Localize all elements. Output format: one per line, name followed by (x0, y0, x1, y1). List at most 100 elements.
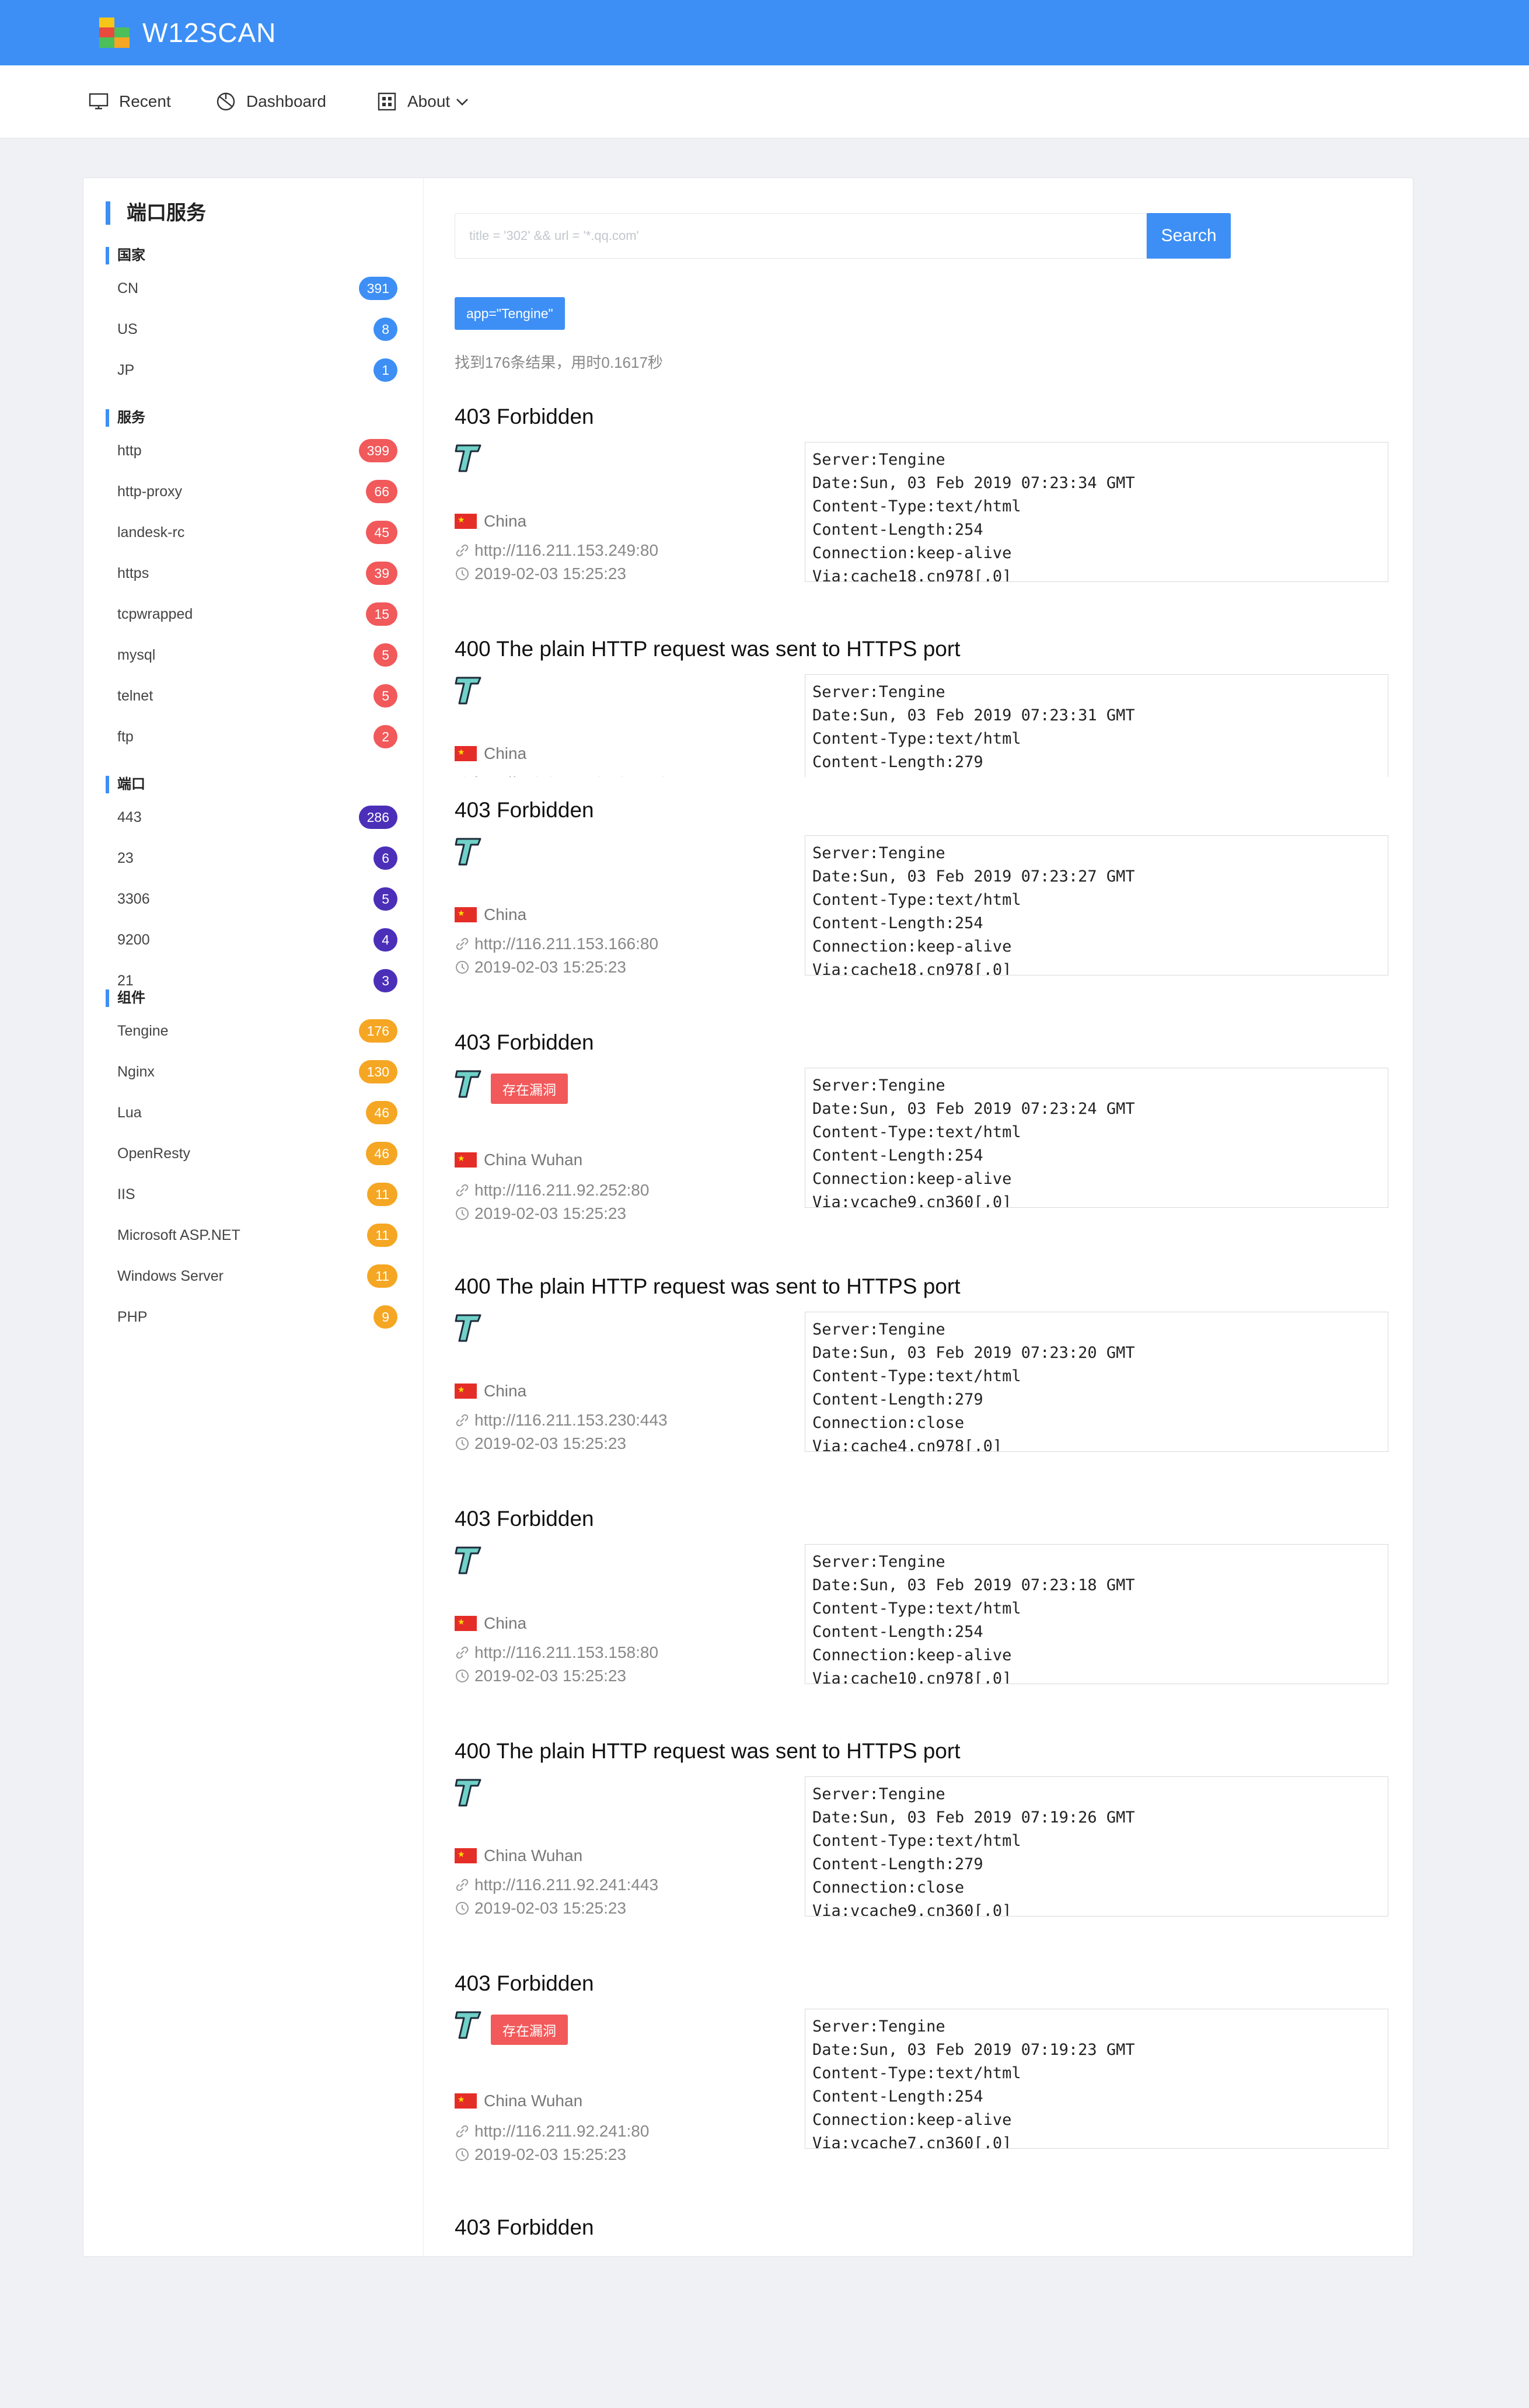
result-title[interactable]: 403 Forbidden (455, 1507, 594, 1531)
china-flag-icon: ★ (455, 907, 477, 922)
vuln-badge[interactable]: 存在漏洞 (491, 1074, 568, 1104)
tengine-logo-icon (455, 1546, 481, 1574)
count-badge: 5 (373, 684, 397, 708)
country-text: China Wuhan (484, 1846, 583, 1865)
result-url[interactable]: http://116.211.153.158:80 (455, 1643, 658, 1662)
component-logo (455, 674, 481, 709)
count-badge: 5 (373, 643, 397, 667)
sidebar-item[interactable]: Microsoft ASP.NET 11 (117, 1221, 397, 1250)
sidebar-item[interactable]: 443 286 (117, 803, 397, 832)
result-title[interactable]: 403 Forbidden (455, 2215, 594, 2240)
count-badge: 1 (373, 358, 397, 382)
logo-icon (99, 18, 130, 48)
nav-about[interactable]: About (377, 90, 470, 113)
result-url[interactable]: http://116.211.92.252:80 (455, 1181, 649, 1200)
sidebar-item[interactable]: JP 1 (117, 356, 397, 385)
result-title[interactable]: 403 Forbidden (455, 798, 594, 823)
result-item: 400 The plain HTTP request was sent to H… (455, 637, 1388, 777)
china-flag-icon: ★ (455, 1848, 477, 1863)
count-badge: 286 (358, 806, 397, 829)
count-badge: 4 (373, 928, 397, 952)
result-url[interactable]: http://116.211.153.166:80 (455, 935, 658, 953)
result-country: ★ China Wuhan (455, 1846, 582, 1865)
response-header-box[interactable]: Server:Tengine Date:Sun, 03 Feb 2019 07:… (805, 674, 1388, 777)
result-country: ★ China (455, 905, 526, 924)
result-url[interactable]: http://116.211.92.241:80 (455, 2122, 649, 2141)
nav-bar: Recent Dashboard About (0, 65, 1529, 138)
url-text: http://116.211.92.241:80 (474, 2122, 650, 2140)
count-badge: 9 (373, 1305, 397, 1329)
china-flag-icon: ★ (455, 746, 477, 761)
result-item: 403 Forbidden 存在漏洞 ★ China Wuhan http://116.… (455, 1971, 1388, 2164)
response-header-box[interactable]: Server:Tengine Date:Sun, 03 Feb 2019 07:… (805, 442, 1388, 582)
result-country: ★ China Wuhan (455, 2092, 582, 2110)
search-button[interactable]: Search (1147, 213, 1231, 259)
sidebar-item[interactable]: PHP 9 (117, 1302, 397, 1332)
sidebar-item[interactable]: mysql 5 (117, 640, 397, 670)
response-header-box[interactable]: Server:Tengine Date:Sun, 03 Feb 2019 07:… (805, 835, 1388, 975)
sidebar-item[interactable]: Nginx 130 (117, 1057, 397, 1086)
result-title[interactable]: 403 Forbidden (455, 1030, 594, 1055)
sidebar-item[interactable]: IIS 11 (117, 1180, 397, 1209)
sidebar-item[interactable]: 3306 5 (117, 884, 397, 914)
result-url[interactable]: http://116.211.153.185:443 (455, 773, 668, 777)
nav-recent[interactable]: Recent (89, 90, 171, 113)
top-bar: W12SCAN (0, 0, 1529, 65)
sidebar-item[interactable]: OpenResty 46 (117, 1139, 397, 1168)
result-url[interactable]: http://116.211.153.230:443 (455, 1411, 668, 1430)
country-text: China Wuhan (484, 1151, 583, 1169)
response-header-box[interactable]: Server:Tengine Date:Sun, 03 Feb 2019 07:… (805, 2009, 1388, 2149)
result-item: 403 Forbidden (455, 2215, 1388, 2408)
sidebar-item[interactable]: http-proxy 66 (117, 477, 397, 506)
sidebar-item[interactable]: US 8 (117, 315, 397, 344)
sidebar-item[interactable]: landesk-rc 45 (117, 518, 397, 547)
link-icon (456, 2125, 469, 2138)
time-text: 2019-02-03 15:25:23 (474, 1667, 626, 1685)
response-header-box[interactable]: Server:Tengine Date:Sun, 03 Feb 2019 07:… (805, 1544, 1388, 1684)
time-text: 2019-02-03 15:25:23 (474, 2145, 626, 2163)
sidebar-item[interactable]: https 39 (117, 559, 397, 588)
result-url[interactable]: http://116.211.92.241:443 (455, 1876, 658, 1894)
result-url[interactable]: http://116.211.153.249:80 (455, 541, 658, 560)
nav-dashboard[interactable]: Dashboard (216, 90, 326, 113)
result-title[interactable]: 400 The plain HTTP request was sent to H… (455, 1739, 960, 1764)
group-title: 服务 (106, 409, 145, 427)
sidebar-item-label: https (117, 564, 149, 581)
time-text: 2019-02-03 15:25:23 (474, 1204, 626, 1222)
result-title[interactable]: 403 Forbidden (455, 405, 594, 429)
response-header-box[interactable]: Server:Tengine Date:Sun, 03 Feb 2019 07:… (805, 1776, 1388, 1916)
count-badge: 11 (367, 1224, 397, 1247)
sidebar-item[interactable]: Windows Server 11 (117, 1262, 397, 1291)
filter-tag[interactable]: app="Tengine" (455, 297, 565, 330)
result-country: ★ China (455, 744, 526, 763)
sidebar-item[interactable]: 21 3 (117, 966, 397, 995)
sidebar-item[interactable]: Lua 46 (117, 1098, 397, 1127)
country-text: China (484, 905, 527, 924)
vuln-badge[interactable]: 存在漏洞 (491, 2015, 568, 2045)
sidebar-item-label: http-proxy (117, 483, 183, 500)
result-title[interactable]: 403 Forbidden (455, 1971, 594, 1996)
sidebar-item[interactable]: CN 391 (117, 274, 397, 303)
sidebar-title: 端口服务 (106, 201, 206, 225)
search-input[interactable] (455, 213, 1147, 259)
sidebar-item[interactable]: ftp 2 (117, 722, 397, 751)
count-badge: 11 (367, 1183, 397, 1206)
sidebar-item-label: 23 (117, 849, 134, 866)
tengine-logo-icon (455, 1070, 481, 1098)
sidebar-item[interactable]: http 399 (117, 436, 397, 465)
response-header-box[interactable]: Server:Tengine Date:Sun, 03 Feb 2019 07:… (805, 1312, 1388, 1452)
app-logo[interactable]: W12SCAN (99, 14, 276, 51)
sidebar-item-label: 3306 (117, 890, 150, 907)
result-time: 2019-02-03 15:25:23 (455, 1434, 626, 1453)
sidebar-item[interactable]: 23 6 (117, 844, 397, 873)
result-title[interactable]: 400 The plain HTTP request was sent to H… (455, 637, 960, 661)
sidebar-item[interactable]: Tengine 176 (117, 1016, 397, 1046)
url-text: http://116.211.153.249:80 (474, 541, 659, 559)
sidebar-item[interactable]: telnet 5 (117, 681, 397, 710)
sidebar-item[interactable]: tcpwrapped 15 (117, 600, 397, 629)
result-title[interactable]: 400 The plain HTTP request was sent to H… (455, 1274, 960, 1299)
link-icon (456, 1879, 469, 1891)
response-header-box[interactable]: Server:Tengine Date:Sun, 03 Feb 2019 07:… (805, 1068, 1388, 1208)
sidebar-item[interactable]: 9200 4 (117, 925, 397, 954)
count-badge: 6 (373, 846, 397, 870)
